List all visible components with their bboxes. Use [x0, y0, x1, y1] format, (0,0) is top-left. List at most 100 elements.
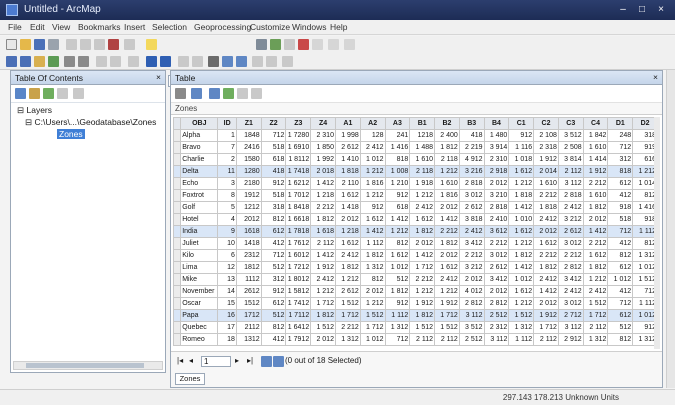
model-builder-icon[interactable]	[328, 39, 339, 50]
table-row[interactable]: Mike 13 1112 312 1 8012 2 412 1 212 812 512 2 212…	[173, 273, 658, 286]
table-of-contents-icon[interactable]	[270, 39, 281, 50]
table-row[interactable]: Bravo 7 2416 518 1 6910 1 850 2 612 2 412 1 416 1…	[173, 141, 658, 154]
close-button[interactable]: ×	[653, 3, 669, 16]
table-vertical-scrollbar[interactable]	[654, 117, 660, 349]
menu-edit[interactable]: Edit	[30, 22, 45, 32]
table-row[interactable]: Quebec 17 2112 812 1 6412 1 512 2 212 1 712 1 31…	[173, 321, 658, 334]
show-all-records-icon[interactable]	[261, 356, 272, 367]
maximize-button[interactable]: □	[634, 3, 650, 16]
pan-icon[interactable]	[34, 56, 45, 67]
next-record-button[interactable]: ▸	[235, 356, 239, 365]
table-row[interactable]: Golf 5 1212 318 1 8418 2 212 1 418 912 618 2 412 2…	[173, 201, 658, 214]
fixed-zoom-out-icon[interactable]	[78, 56, 89, 67]
row-selector[interactable]	[173, 201, 182, 214]
fixed-zoom-in-icon[interactable]	[64, 56, 75, 67]
options-icon[interactable]	[73, 88, 84, 99]
menu-help[interactable]: Help	[330, 22, 347, 32]
table-row[interactable]: Foxtrot 8 1912 518 1 7012 1 218 1 612 1 212 912 1…	[173, 189, 658, 202]
row-selector[interactable]	[173, 249, 182, 262]
list-by-drawing-order-icon[interactable]	[15, 88, 26, 99]
zoom-in-icon[interactable]	[6, 56, 17, 67]
minimize-button[interactable]: –	[615, 3, 631, 16]
row-selector[interactable]	[173, 213, 182, 226]
group-node[interactable]: ⊟ C:\Users\...\Geodatabase\Zones	[25, 117, 156, 128]
column-header[interactable]: Z1	[235, 117, 262, 130]
last-record-button[interactable]: ▸|	[247, 356, 253, 365]
row-selector[interactable]	[173, 141, 182, 154]
table-row[interactable]: Oscar 15 1512 612 1 7412 1 712 1 512 1 212 912 1 …	[173, 297, 658, 310]
new-icon[interactable]	[6, 39, 17, 50]
column-header[interactable]: B2	[434, 117, 460, 130]
forward-extent-icon[interactable]	[110, 56, 121, 67]
goto-xy-icon[interactable]	[252, 56, 263, 67]
switch-selection-icon[interactable]	[223, 88, 234, 99]
row-selector[interactable]	[173, 237, 182, 250]
row-selector[interactable]	[173, 177, 182, 190]
column-header[interactable]: Z2	[260, 117, 287, 130]
column-header[interactable]: C2	[533, 117, 559, 130]
table-row[interactable]: Echo 3 2180 912 1 6212 1 412 2 110 1 816 1 210 1 …	[173, 177, 658, 190]
table-row[interactable]: Hotel 4 2012 812 1 6618 1 812 2 012 1 612 1 412 1…	[173, 213, 658, 226]
toc-close-button[interactable]: ×	[156, 72, 161, 82]
table-close-button[interactable]: ×	[653, 72, 658, 82]
clear-selection-icon[interactable]	[237, 88, 248, 99]
column-header[interactable]: B4	[483, 117, 510, 130]
column-header[interactable]: A2	[359, 117, 386, 130]
toc-horizontal-scrollbar[interactable]	[13, 361, 163, 370]
row-selector[interactable]	[173, 189, 182, 202]
column-header[interactable]	[173, 117, 182, 130]
menu-file[interactable]: File	[8, 22, 22, 32]
table-row[interactable]: November 14 2612 912 1 5812 1 212 2 612 2 012 1 …	[173, 285, 658, 298]
row-selector[interactable]	[173, 333, 182, 346]
column-header[interactable]: C1	[508, 117, 535, 130]
row-selector[interactable]	[173, 285, 182, 298]
save-icon[interactable]	[34, 39, 45, 50]
measure-icon[interactable]	[208, 56, 219, 67]
select-by-attributes-icon[interactable]	[209, 88, 220, 99]
toc-scroll-thumb[interactable]	[26, 363, 144, 368]
table-row[interactable]: Papa 16 1712 512 1 7112 1 812 1 712 1 512 1 112 1…	[173, 309, 658, 322]
add-data-icon[interactable]	[146, 39, 157, 50]
copy-icon[interactable]	[80, 39, 91, 50]
related-tables-icon[interactable]	[191, 88, 202, 99]
column-header[interactable]: B3	[458, 117, 485, 130]
menu-view[interactable]: View	[52, 22, 70, 32]
column-header[interactable]: B1	[409, 117, 436, 130]
table-row[interactable]: Alpha 1 1848 712 1 7280 2 310 1 998 128 241 1218 2…	[173, 129, 658, 142]
table-row[interactable]: Romeo 18 1312 412 1 7912 2 012 1 312 1 012 712 2 …	[173, 333, 658, 346]
row-selector[interactable]	[173, 165, 182, 178]
selected-layer[interactable]: Zones	[57, 129, 85, 139]
select-features-icon[interactable]	[128, 56, 139, 67]
row-selector[interactable]	[173, 309, 182, 322]
cut-icon[interactable]	[66, 39, 77, 50]
list-by-visibility-icon[interactable]	[43, 88, 54, 99]
menu-windows[interactable]: Windows	[292, 22, 326, 32]
row-selector[interactable]	[173, 225, 182, 238]
python-icon[interactable]	[312, 39, 323, 50]
table-row[interactable]: Delta 11 1280 418 1 7418 2 018 1 818 1 212 1 008…	[173, 165, 658, 178]
list-by-source-icon[interactable]	[29, 88, 40, 99]
column-header[interactable]: ID	[217, 117, 237, 130]
select-elements-icon[interactable]	[160, 56, 171, 67]
undo-icon[interactable]	[124, 39, 135, 50]
time-slider-icon[interactable]	[266, 56, 277, 67]
first-record-button[interactable]: |◂	[177, 356, 183, 365]
print-icon[interactable]	[48, 39, 59, 50]
zoom-out-icon[interactable]	[20, 56, 31, 67]
show-selected-records-icon[interactable]	[273, 356, 284, 367]
full-extent-icon[interactable]	[48, 56, 59, 67]
row-selector[interactable]	[173, 321, 182, 334]
delete-icon[interactable]	[108, 39, 119, 50]
row-selector[interactable]	[173, 153, 182, 166]
catalog-icon[interactable]	[284, 39, 295, 50]
table-row[interactable]: India 9 1618 612 1 7818 1 618 1 218 1 412 1 212 1…	[173, 225, 658, 238]
column-header[interactable]: C4	[582, 117, 609, 130]
back-extent-icon[interactable]	[96, 56, 107, 67]
table-row[interactable]: Kilo 6 2312 712 1 6012 1 412 2 412 1 812 1 612 1 …	[173, 249, 658, 262]
html-popup-icon[interactable]	[192, 56, 203, 67]
viewer-icon[interactable]	[282, 56, 293, 67]
row-selector[interactable]	[173, 129, 182, 142]
hyperlink-icon[interactable]	[178, 56, 189, 67]
find-icon[interactable]	[222, 56, 233, 67]
row-selector[interactable]	[173, 297, 182, 310]
